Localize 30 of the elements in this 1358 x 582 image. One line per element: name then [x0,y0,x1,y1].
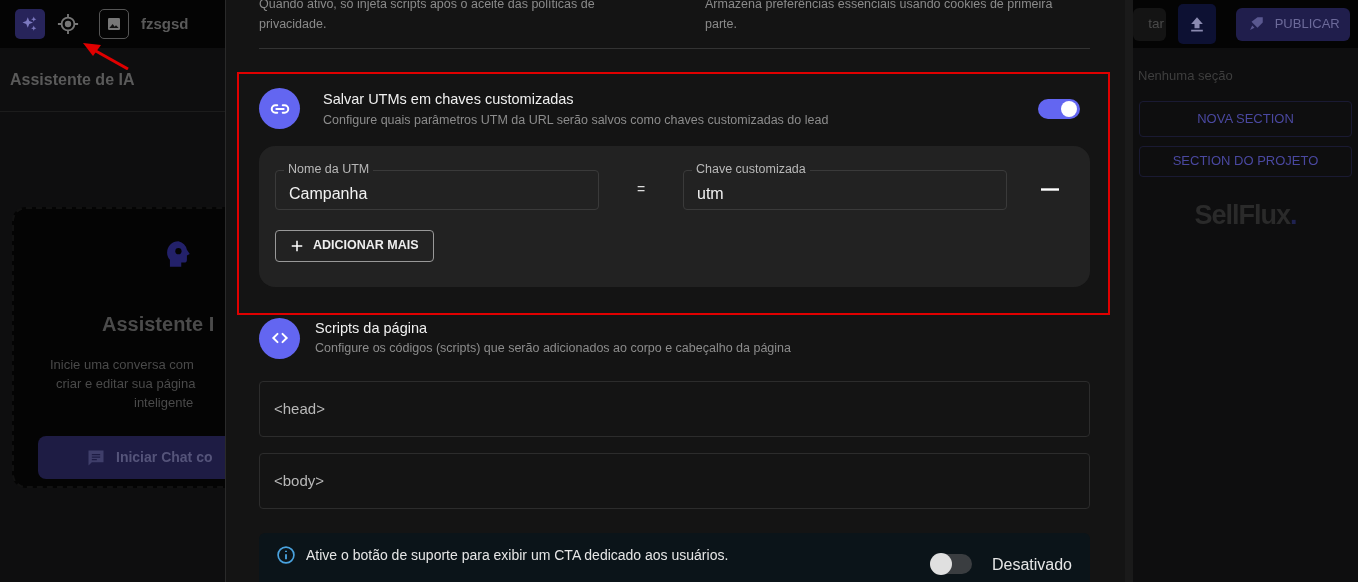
chat-button[interactable]: Iniciar Chat co [38,436,225,479]
annotation-arrow [80,40,130,70]
crosshair-icon[interactable] [57,13,79,35]
publish-button[interactable]: PUBLICAR [1236,7,1350,41]
link-icon [259,88,300,129]
assistant-title: Assistente I [101,312,215,337]
section-description: Configure quais parâmetros UTM da URL serão salvos como chaves customizadas do lead [323,111,830,129]
plus-icon [290,238,304,253]
info-icon [276,544,296,565]
section-description: Configure os códigos (scripts) que serão adicionados ao corpo e cabeçalho da página [315,340,791,358]
minus-icon [1041,188,1059,191]
project-name: fzsgsd [141,13,189,34]
alert-text: Ative o botão de suporte para exibir um CTA dedicado aos usuários. [306,545,730,565]
image-button[interactable] [99,9,129,39]
toggle-switch[interactable] [1038,99,1080,119]
section-title: Salvar UTMs em chaves customizadas [323,90,575,109]
assistant-description: Inicie uma conversa com criar e editar sua página inteligente [50,356,196,412]
add-more-button[interactable]: ADICIONAR MAIS [275,229,434,262]
image-icon [106,16,122,32]
section-button[interactable]: SECTION DO PROJETO [1139,145,1352,177]
code-icon [259,317,300,359]
section-button[interactable]: NOVA SECTION [1139,100,1352,137]
equals-sign: = [635,180,647,199]
toggle-switch[interactable] [929,553,972,574]
section-title: Scripts da página [315,318,429,338]
upload-button[interactable] [1178,4,1217,44]
code-field[interactable]: <body> [259,452,1090,509]
sparkle-button[interactable] [15,9,45,39]
code-field[interactable]: <head> [259,380,1090,437]
toggle-status: Desativado [991,554,1072,575]
